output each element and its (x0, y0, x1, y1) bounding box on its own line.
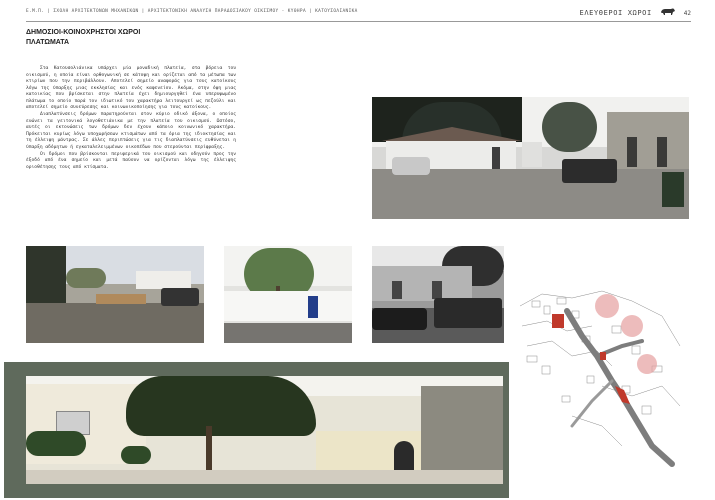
body-paragraph-2: Διαπλατύνσεις δρόμων παρατηρούνται στον … (26, 112, 236, 150)
photo-square-houses (372, 97, 689, 219)
body-paragraph-3: Οι δρόμοι που βρίσκονται περιφερικά του … (26, 151, 236, 170)
body-paragraph-1: Στα Κατουσολιάνικα υπάρχει μία μοναδική … (26, 66, 236, 110)
photo-bw-street (372, 246, 504, 343)
section-title: ΕΛΕΥΘΕΡΟΙ ΧΩΡΟΙ (579, 9, 652, 17)
header-section: ΕΛΕΥΘΕΡΟΙ ΧΩΡΟΙ 42 (580, 6, 691, 20)
photo-church-pines (26, 376, 503, 484)
photo-road-hillside (26, 246, 204, 343)
title-primary: ΔΗΜΟΣΙΟΙ-ΚΟΙΝΟΧΡΗΣΤΟΙ ΧΩΡΟΙ (26, 29, 141, 36)
page-number: 42 (683, 9, 691, 17)
body-text: Στα Κατουσολιάνικα υπάρχει μία μοναδική … (26, 66, 236, 172)
title-secondary: ΠΛΑΤΩΜΑΤΑ (26, 38, 70, 46)
header-divider (26, 21, 691, 22)
photo-white-house-tree (224, 246, 352, 343)
animal-emblem-icon (660, 7, 676, 19)
header-breadcrumb: Ε.Μ.Π. | ΣΧΟΛΗ ΑΡΧΙΤΕΚΤΟΝΩΝ ΜΗΧΑΝΙΚΩΝ | … (26, 9, 358, 14)
page-title: ΔΗΜΟΣΙΟΙ-ΚΟΙΝΟΧΡΗΣΤΟΙ ΧΩΡΟΙ ΠΛΑΤΩΜΑΤΑ (26, 28, 140, 47)
site-plan-map (512, 286, 684, 470)
